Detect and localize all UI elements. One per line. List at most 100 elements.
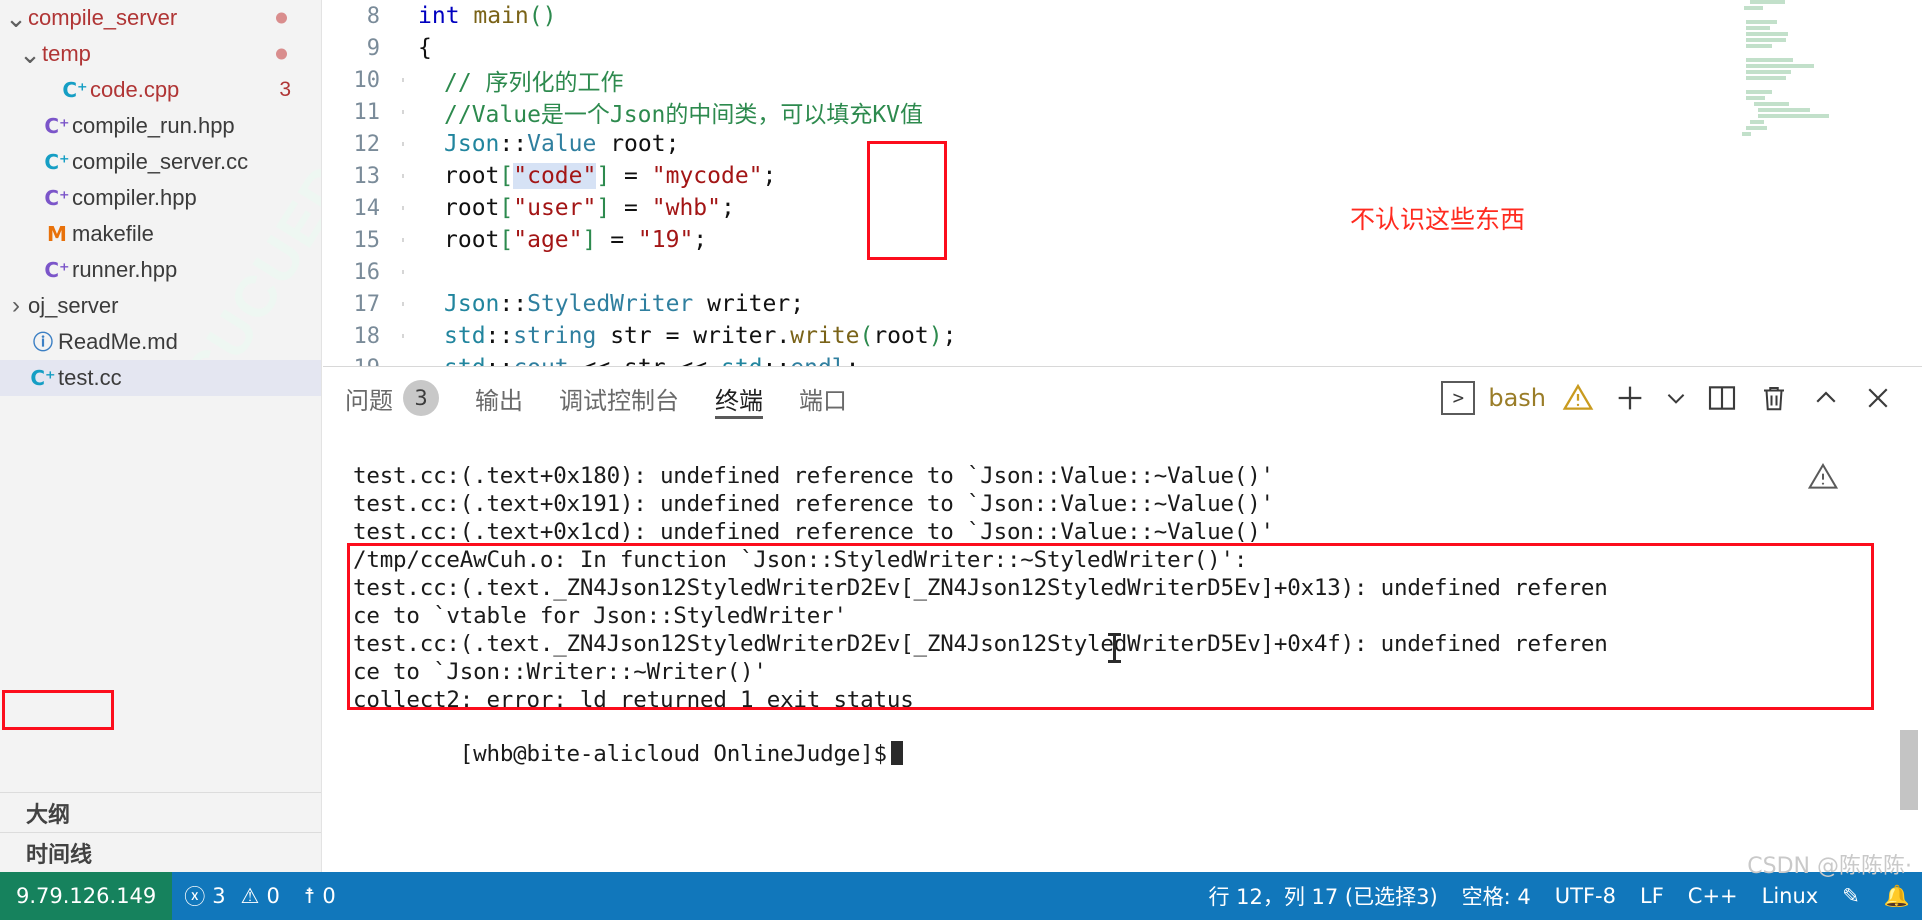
code-token: root <box>444 163 500 189</box>
status-language-mode[interactable]: C++ <box>1676 872 1750 920</box>
tree-item-compile-run-hpp[interactable]: C⁺ compile_run.hpp <box>0 108 321 144</box>
annotation-text: 不认识这些东西 <box>1350 205 1526 234</box>
tree-item-compiler-hpp[interactable]: C⁺ compiler.hpp <box>0 180 321 216</box>
tree-item-temp[interactable]: ⌄ temp <box>0 36 321 72</box>
editor-vertical-scrollbar[interactable] <box>1894 0 1922 366</box>
code-token: Json <box>444 291 500 317</box>
status-indentation[interactable]: 空格: 4 <box>1450 872 1543 920</box>
code-token: main <box>473 3 529 29</box>
tab-输出[interactable]: 输出 <box>475 367 523 429</box>
trash-icon[interactable] <box>1748 372 1800 424</box>
code-token: ; <box>762 163 777 189</box>
code-line[interactable]: 17 Json::StyledWriter writer; <box>323 288 1922 320</box>
status-platform[interactable]: Linux <box>1750 872 1831 920</box>
code-text: root["code"] = "mycode"; <box>408 163 776 189</box>
code-token: [ <box>499 227 514 253</box>
status-label: 空格: 4 <box>1461 885 1531 909</box>
sidebar-section-outline[interactable]: 大纲 <box>0 792 321 832</box>
code-line[interactable]: 19 std::cout << str << std::endl; <box>323 352 1922 366</box>
code-token: // 序列化的工作 <box>444 70 624 96</box>
sidebar-section-timeline[interactable]: 时间线 <box>0 832 321 872</box>
tree-item-test-cc[interactable]: C⁺ test.cc <box>0 360 321 396</box>
modified-dot-badge <box>276 12 287 24</box>
tab-终端[interactable]: 终端 <box>715 367 763 429</box>
code-token: :: <box>499 131 528 157</box>
code-line[interactable]: 8 int main() <box>323 0 1922 32</box>
code-line[interactable]: 14 root["user"] = "whb"; <box>323 192 1922 224</box>
status-problems[interactable]: ⓧ 3 ⚠ 0 <box>172 872 292 920</box>
code-token: :: <box>499 291 528 317</box>
line-number: 16 <box>353 259 381 285</box>
code-text: //Value是一个Json的中间类，可以填充KV值 <box>408 95 923 129</box>
terminal-line-list: test.cc:(.text+0x180): undefined referen… <box>353 463 1922 715</box>
timeline-label: 时间线 <box>26 841 93 867</box>
code-token: std <box>444 355 486 366</box>
terminal-shell-label[interactable]: bash <box>1488 384 1546 412</box>
code-token: write <box>790 323 860 349</box>
terminal-select-icon[interactable]: > <box>1434 372 1486 424</box>
vscode-window: CUCUEDLY ⌄ compile_server ⌄ temp C⁺ code.cpp 3… <box>0 0 1922 920</box>
status-ports[interactable]: ☨ 0 <box>292 872 348 920</box>
code-token: str = writer. <box>596 323 791 349</box>
code-token: ; <box>942 323 957 349</box>
tab-label: 端口 <box>799 386 847 415</box>
tree-item-label: compile_run.hpp <box>72 113 235 138</box>
modified-dot-badge <box>276 48 287 60</box>
tab-问题[interactable]: 问题 3 <box>345 367 439 429</box>
terminal-inline-warning-icon[interactable] <box>1807 461 1839 501</box>
chevron-down-icon: ⌄ <box>5 3 27 33</box>
line-number: 10 <box>353 67 381 93</box>
tree-item-oj-server[interactable]: › oj_server <box>0 288 321 324</box>
code-text: Json::Value root; <box>408 131 679 157</box>
panel-action-bar: > bash <box>1434 367 1904 429</box>
code-line[interactable]: 10 // 序列化的工作 <box>323 64 1922 97</box>
status-eol[interactable]: LF <box>1628 872 1676 920</box>
code-line[interactable]: 16 <box>323 256 1922 288</box>
line-number: 17 <box>353 291 381 317</box>
code-lines[interactable]: 8 int main() 9{ 10 // 序列化的工作 11//Value是一个Json… <box>323 0 1922 366</box>
tree-item-readme-md[interactable]: ⓘ ReadMe.md <box>0 324 321 360</box>
annotation-box-testcc <box>2 690 114 730</box>
code-token: ] <box>596 195 611 221</box>
code-token: "age" <box>513 227 583 253</box>
status-right-group: 行 12，列 17 (已选择3) 空格: 4 UTF-8 LF C++ Linux <box>1196 872 1830 920</box>
status-label: UTF-8 <box>1554 884 1616 908</box>
code-line[interactable]: 12 Json::Value root; <box>323 128 1922 160</box>
code-token: root; <box>596 131 680 157</box>
close-panel-icon[interactable] <box>1852 372 1904 424</box>
new-terminal-button[interactable] <box>1604 372 1656 424</box>
code-line[interactable]: 18 std::string str = writer.write(root); <box>323 320 1922 352</box>
code-text: Json::StyledWriter writer; <box>408 291 804 317</box>
code-line[interactable]: 15 root["age"] = "19"; <box>323 224 1922 256</box>
chevron-down-icon[interactable] <box>1656 372 1696 424</box>
status-cursor-position[interactable]: 行 12，列 17 (已选择3) <box>1196 872 1449 920</box>
terminal-scrollbar[interactable] <box>1900 730 1918 810</box>
code-token: { <box>418 35 432 61</box>
chevron-right-icon: › <box>12 292 20 319</box>
code-line[interactable]: 9{ <box>323 32 1922 64</box>
code-editor[interactable]: 8 int main() 9{ 10 // 序列化的工作 11//Value是一个Json… <box>323 0 1922 366</box>
maximize-panel-icon[interactable] <box>1800 372 1852 424</box>
warning-icon[interactable] <box>1552 372 1604 424</box>
warning-count: 0 <box>266 884 280 908</box>
tree-item-code-cpp[interactable]: C⁺ code.cpp 3 <box>0 72 321 108</box>
status-bell-icon[interactable]: 🔔 <box>1872 872 1922 920</box>
code-token: :: <box>486 355 514 366</box>
error-icon: ⓧ <box>184 885 206 909</box>
split-terminal-button[interactable] <box>1696 372 1748 424</box>
tree-item-label: runner.hpp <box>72 257 178 282</box>
terminal-prompt-text: [whb@bite-alicloud OnlineJudge]$ <box>459 741 887 767</box>
tab-调试控制台[interactable]: 调试控制台 <box>559 367 679 429</box>
code-line[interactable]: 13 root["code"] = "mycode"; <box>323 160 1922 192</box>
tree-item-runner-hpp[interactable]: C⁺ runner.hpp <box>0 252 321 288</box>
status-encoding[interactable]: UTF-8 <box>1543 872 1628 920</box>
status-feedback-icon[interactable]: ✎ <box>1830 872 1872 920</box>
markdown-icon: ⓘ <box>33 330 53 354</box>
tree-item-makefile[interactable]: Mmakefile <box>0 216 321 252</box>
terminal-output[interactable]: test.cc:(.text+0x180): undefined referen… <box>323 429 1922 872</box>
code-line[interactable]: 11 //Value是一个Json的中间类，可以填充KV值 <box>323 95 1922 129</box>
tree-item-compile-server[interactable]: ⌄ compile_server <box>0 0 321 36</box>
remote-indicator[interactable]: 9.79.126.149 <box>0 872 173 920</box>
tree-item-compile-server-cc[interactable]: C⁺ compile_server.cc <box>0 144 321 180</box>
tab-端口[interactable]: 端口 <box>799 367 847 429</box>
